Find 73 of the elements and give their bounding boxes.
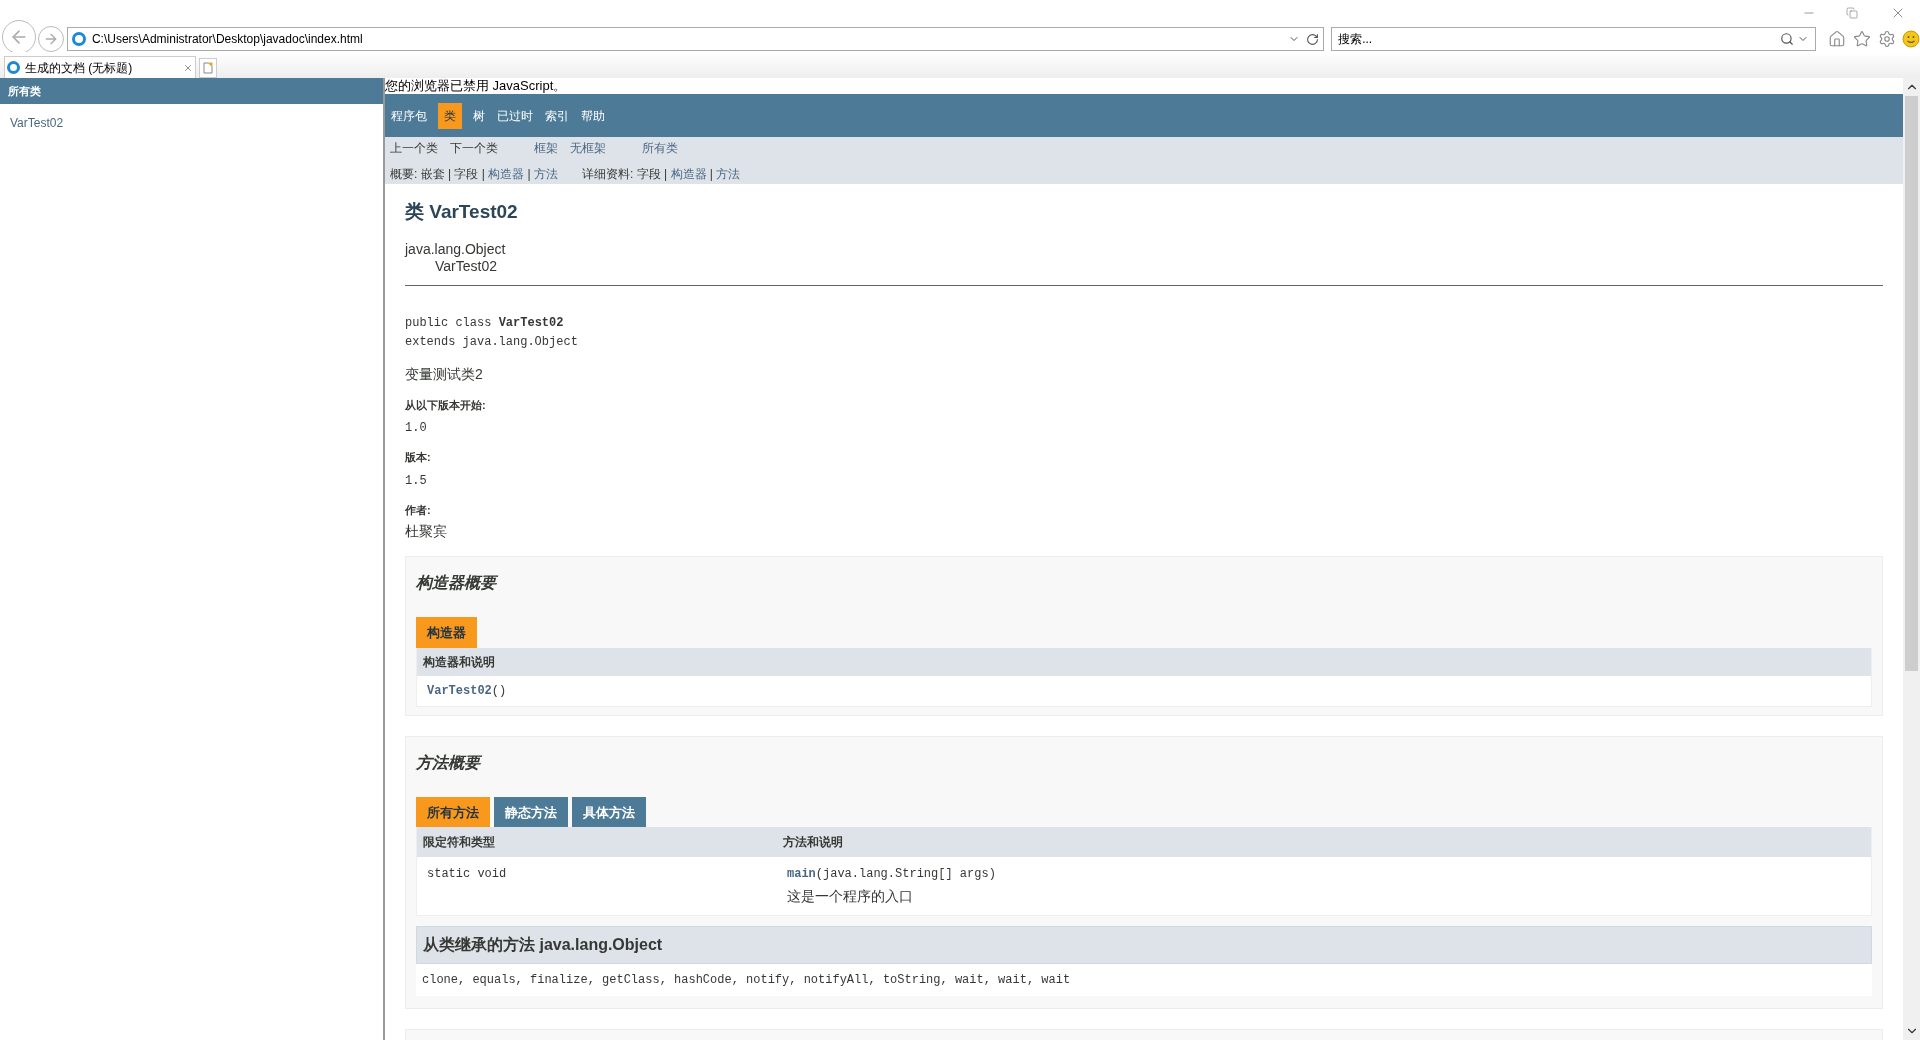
nav-item[interactable]: 帮助 — [580, 106, 606, 125]
column-header: 限定符和类型 — [423, 834, 496, 851]
tag-label: 从以下版本开始: — [405, 397, 487, 413]
ie-icon — [7, 61, 20, 74]
inherited-methods: clone, equals, finalize, getClass, hashCode, notify, notifyAll, toString, wait, wait, wait — [421, 972, 1072, 989]
section-title: 方法概要 — [416, 752, 483, 773]
section-tab[interactable]: 所有方法 — [416, 796, 490, 827]
tag-label: 作者: — [405, 502, 432, 518]
address-field[interactable]: C:\Users\Administrator\Desktop\javadoc\index.html — [66, 27, 1325, 51]
class-link[interactable]: VarTest02 — [10, 114, 373, 132]
constructor-params: () — [491, 682, 507, 700]
nav-item[interactable]: 程序包 — [390, 106, 428, 125]
nav-link[interactable]: 方法 — [716, 164, 741, 183]
nav-text: | — [708, 165, 714, 183]
tag-value: 1.0 — [405, 420, 428, 437]
smiley-icon[interactable] — [1902, 30, 1920, 48]
hierarchy-entry: java.lang.Object — [405, 240, 507, 258]
back-button[interactable] — [2, 20, 36, 54]
nav-item[interactable]: 树 — [472, 106, 486, 125]
method-link[interactable]: main — [787, 867, 816, 881]
nav-text: | — [526, 165, 532, 183]
home-icon[interactable] — [1828, 30, 1847, 48]
close-icon[interactable] — [183, 62, 193, 73]
nav-text: 上一个类 — [390, 139, 438, 157]
class-signature: public class VarTest02 — [405, 314, 565, 332]
nav-link[interactable]: 构造器 — [488, 164, 525, 183]
class-title: 类 VarTest02 — [405, 200, 519, 224]
constructor-link[interactable]: VarTest02 — [427, 681, 492, 700]
section-tab[interactable]: 具体方法 — [572, 796, 646, 827]
refresh-icon[interactable] — [1306, 32, 1320, 46]
browser-tab[interactable]: 生成的文档 (无标题) — [4, 56, 196, 78]
tag-label: 版本: — [405, 450, 432, 465]
column-header: 方法和说明 — [783, 834, 844, 851]
noscript-message: 您的浏览器已禁用 JavaScript。 — [385, 78, 568, 94]
address-text: C:\Users\Administrator\Desktop\javadoc\index.html — [91, 31, 364, 48]
nav-text: 下一个类 — [450, 139, 498, 157]
tag-value: 杜聚宾 — [405, 522, 448, 541]
method-params: (java.lang.String[] args) — [815, 867, 996, 881]
favorites-icon[interactable] — [1853, 30, 1872, 48]
section-title: 构造器概要 — [416, 573, 499, 593]
class-description: 变量测试类2 — [405, 364, 484, 384]
nav-link[interactable]: 所有类 — [642, 138, 678, 157]
nav-text: 详细资料: 字段 | — [582, 165, 669, 183]
search-input[interactable]: 搜索... — [1338, 30, 1781, 48]
hierarchy-entry: VarTest02 — [434, 257, 498, 275]
scroll-thumb[interactable] — [1905, 96, 1918, 671]
nav-item[interactable]: 已过时 — [496, 106, 534, 125]
nav-item[interactable]: 索引 — [544, 106, 570, 125]
method-type: static void — [427, 866, 508, 883]
nav-link[interactable]: 框架 — [534, 138, 558, 157]
tag-value: 1.5 — [405, 472, 428, 490]
new-tab-button[interactable] — [199, 58, 217, 78]
nav-link[interactable]: 构造器 — [670, 164, 707, 183]
ie-icon — [71, 32, 86, 46]
section-tab[interactable]: 静态方法 — [494, 796, 568, 827]
scrollbar[interactable] — [1903, 78, 1920, 1040]
class-signature: extends java.lang.Object — [405, 333, 579, 351]
search-field[interactable]: 搜索... — [1331, 27, 1817, 51]
frame-heading: 所有类 — [0, 78, 383, 104]
method-description: 这是一个程序的入口 — [787, 887, 914, 906]
search-icon[interactable] — [1780, 32, 1795, 46]
inherited-heading: 从类继承的方法 java.lang.Object — [416, 926, 1872, 964]
column-header: 构造器和说明 — [423, 653, 495, 671]
nav-link[interactable]: 方法 — [534, 164, 559, 183]
section-tab[interactable]: 构造器 — [416, 617, 477, 648]
nav-text: 概要: 嵌套 | 字段 | — [390, 165, 486, 183]
tab-title: 生成的文档 (无标题) — [25, 59, 134, 77]
new-tab-icon — [203, 62, 213, 74]
restore-icon[interactable] — [1846, 7, 1858, 19]
settings-icon[interactable] — [1878, 30, 1897, 48]
nav-link[interactable]: 无框架 — [570, 138, 606, 157]
nav-item[interactable]: 类 — [438, 102, 462, 129]
forward-button[interactable] — [37, 26, 64, 52]
